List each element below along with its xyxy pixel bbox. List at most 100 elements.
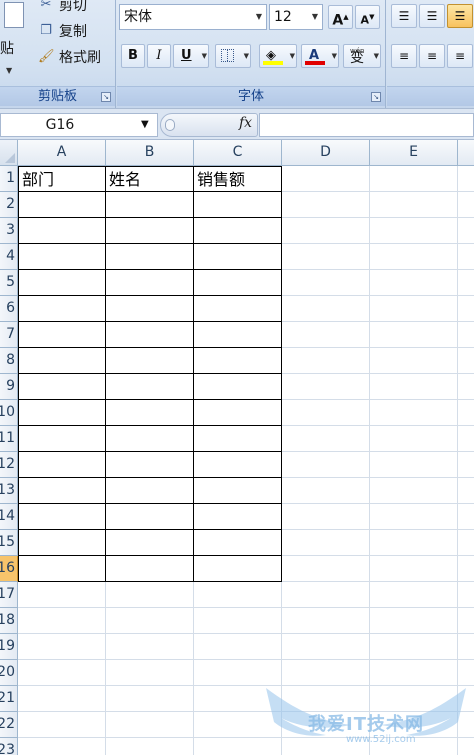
table-cell[interactable] bbox=[18, 270, 106, 296]
table-cell[interactable] bbox=[106, 452, 194, 478]
table-cell[interactable] bbox=[194, 426, 282, 452]
row-header[interactable]: 10 bbox=[0, 400, 18, 426]
phonetic-button[interactable]: wén 变 ▼ bbox=[343, 44, 381, 68]
table-cell[interactable] bbox=[18, 556, 106, 582]
paste-button[interactable]: 粘贴 ▼ bbox=[0, 0, 30, 84]
table-cell[interactable] bbox=[194, 270, 282, 296]
table-cell[interactable] bbox=[194, 244, 282, 270]
table-cell[interactable] bbox=[106, 530, 194, 556]
underline-button[interactable]: U ▼ bbox=[173, 44, 209, 68]
table-cell[interactable] bbox=[194, 374, 282, 400]
row-header[interactable]: 5 bbox=[0, 270, 18, 296]
name-box-dropdown-icon[interactable]: ▼ bbox=[141, 114, 149, 136]
fill-color-dropdown-icon[interactable]: ▼ bbox=[290, 45, 295, 67]
row-header[interactable]: 1 bbox=[0, 166, 18, 192]
row-header[interactable]: 17 bbox=[0, 582, 18, 608]
table-cell[interactable] bbox=[194, 556, 282, 582]
row-header[interactable]: 12 bbox=[0, 452, 18, 478]
table-cell[interactable] bbox=[18, 296, 106, 322]
row-header[interactable]: 20 bbox=[0, 660, 18, 686]
table-cell[interactable] bbox=[18, 478, 106, 504]
row-header[interactable]: 11 bbox=[0, 426, 18, 452]
header-cell[interactable]: 销售额 bbox=[194, 166, 282, 192]
row-header[interactable]: 2 bbox=[0, 192, 18, 218]
table-cell[interactable] bbox=[18, 426, 106, 452]
header-cell[interactable]: 部门 bbox=[18, 166, 106, 192]
font-size-dropdown-icon[interactable]: ▼ bbox=[308, 5, 322, 29]
table-cell[interactable] bbox=[106, 374, 194, 400]
table-cell[interactable] bbox=[194, 192, 282, 218]
align-center-button[interactable]: ≡ bbox=[419, 44, 445, 68]
font-size-combo[interactable]: 12 ▼ bbox=[269, 4, 323, 30]
table-cell[interactable] bbox=[18, 244, 106, 270]
table-cell[interactable] bbox=[106, 296, 194, 322]
table-cell[interactable] bbox=[18, 374, 106, 400]
table-cell[interactable] bbox=[18, 530, 106, 556]
column-header-f-partial[interactable] bbox=[458, 140, 474, 165]
font-name-combo[interactable]: 宋体 ▼ bbox=[119, 4, 267, 30]
table-cell[interactable] bbox=[194, 296, 282, 322]
table-cell[interactable] bbox=[106, 270, 194, 296]
bold-button[interactable]: B bbox=[121, 44, 145, 68]
table-cell[interactable] bbox=[194, 348, 282, 374]
format-painter-button[interactable]: 🖌 格式刷 bbox=[38, 46, 101, 68]
row-header[interactable]: 4 bbox=[0, 244, 18, 270]
table-cell[interactable] bbox=[18, 322, 106, 348]
align-bottom-button[interactable]: ☰ bbox=[447, 4, 473, 28]
table-cell[interactable] bbox=[106, 244, 194, 270]
expand-handle-icon[interactable] bbox=[165, 119, 175, 131]
header-cell[interactable]: 姓名 bbox=[106, 166, 194, 192]
borders-dropdown-icon[interactable]: ▼ bbox=[244, 45, 249, 67]
shrink-font-button[interactable]: A▼ bbox=[355, 5, 380, 29]
underline-dropdown-icon[interactable]: ▼ bbox=[202, 45, 207, 67]
table-cell[interactable] bbox=[194, 530, 282, 556]
align-middle-button[interactable]: ☰ bbox=[419, 4, 445, 28]
table-cell[interactable] bbox=[18, 192, 106, 218]
column-header-c[interactable]: C bbox=[194, 140, 282, 165]
table-cell[interactable] bbox=[106, 192, 194, 218]
align-right-button[interactable]: ≡ bbox=[447, 44, 473, 68]
row-header[interactable]: 7 bbox=[0, 322, 18, 348]
column-header-e[interactable]: E bbox=[370, 140, 458, 165]
table-cell[interactable] bbox=[106, 322, 194, 348]
table-cell[interactable] bbox=[106, 218, 194, 244]
table-cell[interactable] bbox=[194, 478, 282, 504]
table-cell[interactable] bbox=[106, 556, 194, 582]
table-cell[interactable] bbox=[18, 504, 106, 530]
table-cell[interactable] bbox=[194, 322, 282, 348]
grow-font-button[interactable]: A▲ bbox=[328, 5, 353, 29]
column-header-a[interactable]: A bbox=[18, 140, 106, 165]
italic-button[interactable]: I bbox=[147, 44, 171, 68]
table-cell[interactable] bbox=[18, 348, 106, 374]
font-name-dropdown-icon[interactable]: ▼ bbox=[252, 5, 266, 29]
font-color-button[interactable]: A ▼ bbox=[301, 44, 339, 68]
table-cell[interactable] bbox=[194, 218, 282, 244]
copy-button[interactable]: ❐ 复制 bbox=[38, 20, 87, 42]
row-header[interactable]: 21 bbox=[0, 686, 18, 712]
row-header[interactable]: 16 bbox=[0, 556, 18, 582]
font-color-dropdown-icon[interactable]: ▼ bbox=[332, 45, 337, 67]
borders-button[interactable]: ▼ bbox=[215, 44, 251, 68]
align-top-button[interactable]: ☰ bbox=[391, 4, 417, 28]
table-cell[interactable] bbox=[18, 452, 106, 478]
font-launcher-icon[interactable]: ↘ bbox=[371, 92, 381, 102]
table-cell[interactable] bbox=[194, 400, 282, 426]
align-left-button[interactable]: ≡ bbox=[391, 44, 417, 68]
insert-function-button[interactable]: fx bbox=[239, 115, 252, 131]
row-header[interactable]: 18 bbox=[0, 608, 18, 634]
formula-input[interactable] bbox=[259, 113, 474, 137]
paste-dropdown-icon[interactable]: ▼ bbox=[6, 66, 12, 75]
row-header[interactable]: 8 bbox=[0, 348, 18, 374]
row-header[interactable]: 3 bbox=[0, 218, 18, 244]
table-cell[interactable] bbox=[106, 400, 194, 426]
table-cell[interactable] bbox=[106, 426, 194, 452]
name-box[interactable]: G16 ▼ bbox=[0, 113, 158, 137]
column-header-b[interactable]: B bbox=[106, 140, 194, 165]
row-header[interactable]: 13 bbox=[0, 478, 18, 504]
row-header[interactable]: 19 bbox=[0, 634, 18, 660]
row-header[interactable]: 6 bbox=[0, 296, 18, 322]
table-cell[interactable] bbox=[106, 348, 194, 374]
row-header[interactable]: 22 bbox=[0, 712, 18, 738]
clipboard-launcher-icon[interactable]: ↘ bbox=[101, 92, 111, 102]
table-cell[interactable] bbox=[18, 218, 106, 244]
